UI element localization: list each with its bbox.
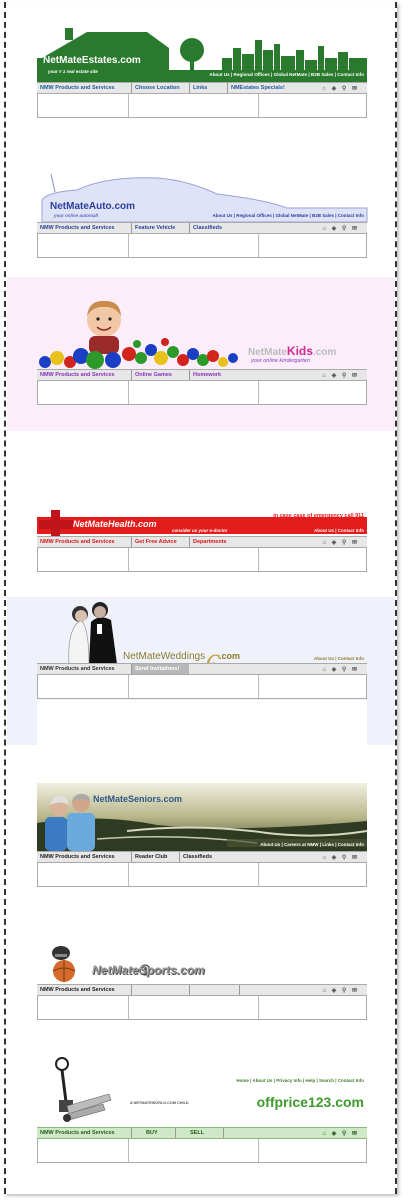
seniors-logo[interactable]: NetMateSeniors.com: [93, 794, 182, 804]
offprice-top-links[interactable]: Home | About Us | Privacy Info | Help | …: [236, 1078, 364, 1083]
health-tagline: consider us your e-doctor: [172, 528, 228, 533]
health-nav-bar: NMW Products and Services Get Free Advic…: [37, 536, 367, 548]
sports-logo[interactable]: NetMateSports.com: [92, 963, 205, 977]
nav-item-products[interactable]: NMW Products and Services: [37, 83, 131, 93]
nav-item-buy[interactable]: BUY: [131, 1128, 175, 1138]
nav-item-classifieds[interactable]: Classifieds: [189, 223, 239, 233]
nav-item-products[interactable]: NMW Products and Services: [37, 537, 131, 547]
estates-content-grid: [37, 94, 367, 118]
nav-item-homework[interactable]: Homework: [189, 370, 239, 380]
health-emergency-text: in case case of emergency call 911: [273, 513, 364, 519]
nav-item-products[interactable]: NMW Products and Services: [37, 223, 131, 233]
offprice-logo[interactable]: offprice123.com: [257, 1094, 364, 1110]
nav-item-choose-location[interactable]: Choose Location: [131, 83, 189, 93]
seniors-top-links[interactable]: About Us | Careers at NMW | Links | Cont…: [260, 842, 364, 847]
auto-nav-bar: NMW Products and Services Feature Vehicl…: [37, 222, 367, 234]
toolbar-icons[interactable]: ⌂ ◈ ⚲ ✉: [322, 853, 359, 863]
toolbar-icons[interactable]: ⌂ ◈ ⚲ ✉: [322, 986, 359, 996]
nav-item-sell[interactable]: SELL: [175, 1128, 223, 1138]
toolbar-icons[interactable]: ⌂ ◈ ⚲ ✉: [322, 371, 359, 381]
nav-item-products[interactable]: NMW Products and Services: [37, 852, 131, 862]
estates-tagline: your # 1 real estate site: [48, 69, 98, 74]
health-top-links[interactable]: About Us | Contact Info: [314, 528, 364, 533]
toolbar-icons[interactable]: ⌂ ◈ ⚲ ✉: [322, 84, 359, 94]
sports-content-grid: [37, 996, 367, 1020]
nav-item-products[interactable]: NMW Products and Services: [37, 664, 131, 674]
kids-nav-bar: NMW Products and Services Online Games H…: [37, 369, 367, 381]
nav-item-empty[interactable]: [223, 1128, 263, 1138]
auto-top-links[interactable]: About Us | Regional Offices | Global Net…: [212, 213, 364, 218]
nav-item-empty-2[interactable]: [189, 985, 239, 995]
seniors-nav-bar: NMW Products and Services Reader Club Cl…: [37, 851, 367, 863]
nav-item-reader-club[interactable]: Reader Club: [131, 852, 179, 862]
kids-logo-netmate: NetMate: [248, 347, 287, 358]
health-logo[interactable]: NetMateHealth.com: [73, 519, 157, 529]
kids-tagline: your online kindergarten: [251, 358, 311, 364]
weddings-nav-bar: NMW Products and Services Send Invitatio…: [37, 663, 367, 675]
nav-item-send-invitations[interactable]: Send Invitations!: [131, 664, 189, 674]
health-content-grid: [37, 548, 367, 572]
kids-logo[interactable]: NetMateKids.com: [248, 344, 336, 358]
estates-nav-bar: NMW Products and Services Choose Locatio…: [37, 82, 367, 94]
nav-item-specials[interactable]: NMEstates Specials!: [227, 83, 297, 93]
auto-content-grid: [37, 234, 367, 258]
offprice-nav-bar: NMW Products and Services BUY SELL ⌂ ◈ ⚲…: [37, 1127, 367, 1139]
nav-item-empty-3[interactable]: [239, 985, 289, 995]
toolbar-icons[interactable]: ⌂ ◈ ⚲ ✉: [322, 1129, 359, 1139]
nav-item-links[interactable]: Links: [189, 83, 227, 93]
kids-logo-kids: Kids: [286, 344, 313, 358]
nav-item-online-games[interactable]: Online Games: [131, 370, 189, 380]
kids-content-grid: [37, 381, 367, 405]
nav-item-free-advice[interactable]: Get Free Advice: [131, 537, 189, 547]
auto-logo[interactable]: NetMateAuto.com: [50, 201, 135, 212]
estates-logo[interactable]: NetMateEstates.com: [43, 55, 141, 66]
toolbar-icons[interactable]: ⌂ ◈ ⚲ ✉: [322, 538, 359, 548]
offprice-content-grid: [37, 1139, 367, 1163]
nav-item-empty-1[interactable]: [131, 985, 189, 995]
nav-item-classifieds[interactable]: Classifieds: [179, 852, 229, 862]
sports-nav-bar: NMW Products and Services ⌂ ◈ ⚲ ✉: [37, 984, 367, 996]
toolbar-icons[interactable]: ⌂ ◈ ⚲ ✉: [322, 224, 359, 234]
weddings-content-area: [37, 700, 367, 745]
weddings-logo[interactable]: NetMateWeddings: [123, 651, 205, 662]
estates-top-links[interactable]: About Us | Regional Offices | Global Net…: [209, 72, 364, 77]
offprice-banner: [55, 1057, 112, 1122]
nav-item-feature-vehicle[interactable]: Feature Vehicle: [131, 223, 189, 233]
weddings-logo-com: .com: [219, 651, 241, 661]
seniors-banner: [37, 783, 368, 851]
nav-item-products[interactable]: NMW Products and Services: [37, 1128, 131, 1138]
weddings-content-grid: [37, 675, 367, 699]
weddings-top-links[interactable]: About Us | Contact Info: [314, 656, 364, 661]
auto-tagline: your online automall: [54, 213, 99, 218]
toolbar-icons[interactable]: ⌂ ◈ ⚲ ✉: [322, 665, 359, 675]
offprice-prefix: A NETMATEWORLD.COM CHILD: [130, 1101, 189, 1105]
kids-logo-com: .com: [312, 347, 337, 358]
nav-item-departments[interactable]: Departments: [189, 537, 239, 547]
nav-item-products[interactable]: NMW Products and Services: [37, 370, 131, 380]
seniors-content-grid: [37, 863, 367, 887]
nav-item-products[interactable]: NMW Products and Services: [37, 985, 131, 995]
